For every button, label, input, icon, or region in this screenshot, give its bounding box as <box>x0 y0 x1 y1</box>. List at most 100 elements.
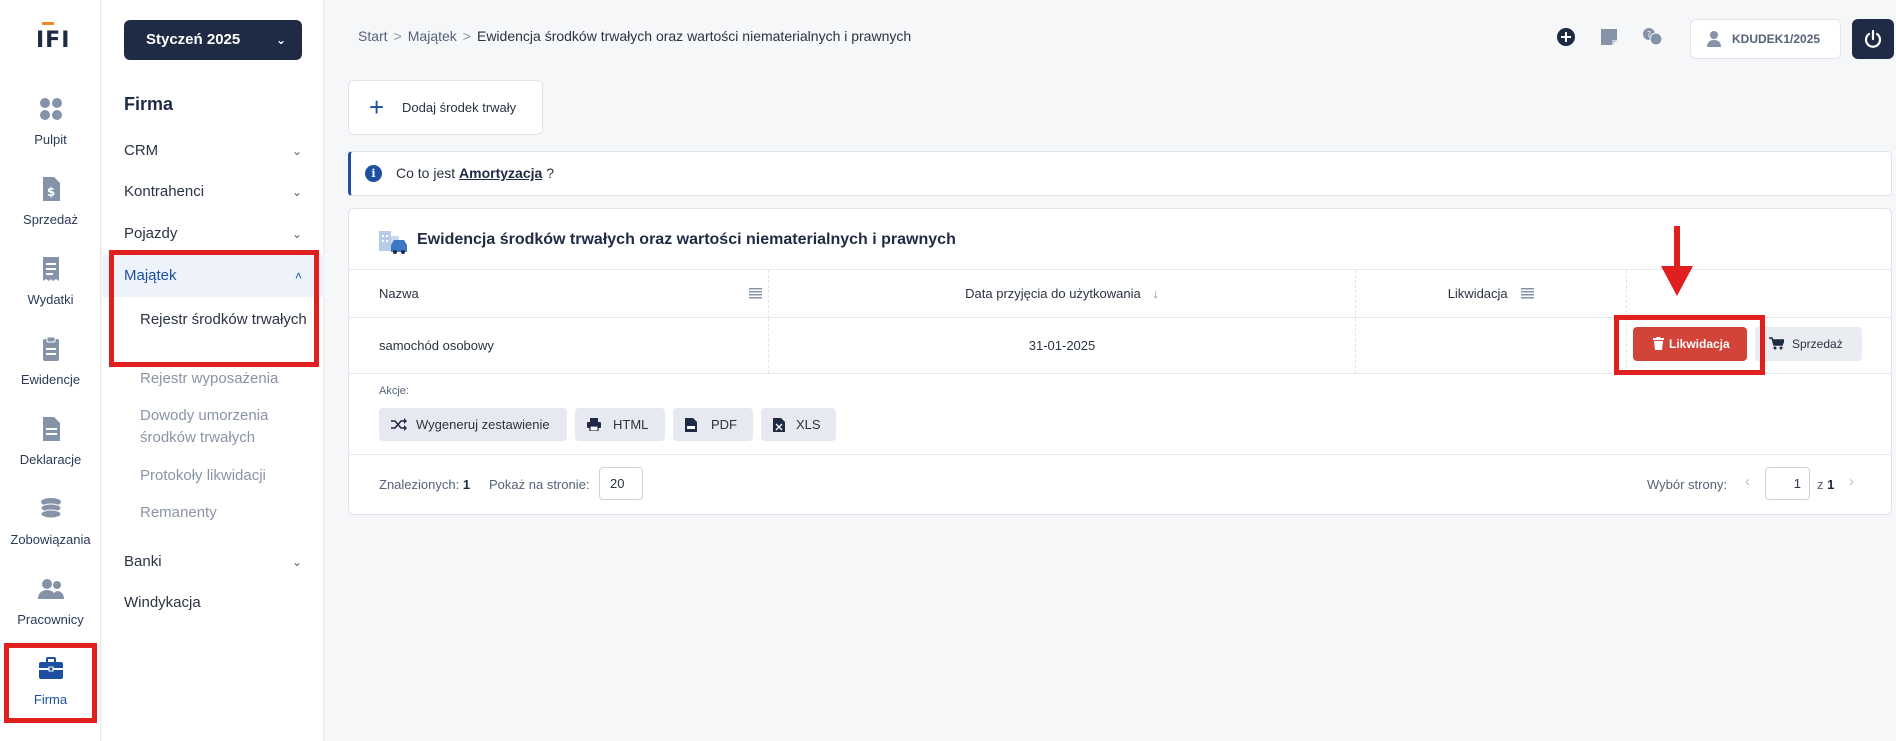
breadcrumb-separator-icon: > <box>393 28 402 44</box>
chevron-down-icon: ⌄ <box>291 144 302 158</box>
chat-help-icon[interactable]: ? <box>1641 26 1663 48</box>
liquidate-button[interactable]: Likwidacja <box>1633 327 1747 361</box>
column-menu-icon[interactable] <box>749 287 762 299</box>
top-header: Start > Majątek > Ewidencja środków trwałych… <box>325 0 1896 74</box>
sidebar-item-windykacja[interactable]: Windykacja <box>102 582 324 624</box>
period-label: Styczeń 2025 <box>146 31 241 48</box>
plus-icon: + <box>369 92 385 122</box>
action-label: HTML <box>613 417 649 432</box>
sidebar-item-majatek[interactable]: Majątek ˄ <box>102 255 324 297</box>
file-pdf-icon <box>685 418 697 432</box>
column-label: Likwidacja <box>1447 286 1508 301</box>
rail-item-sprzedaz[interactable]: $ Sprzedaż <box>0 174 101 244</box>
column-label: Nazwa <box>379 286 419 301</box>
logout-button[interactable] <box>1852 19 1894 59</box>
rail-item-wydatki[interactable]: Wydatki <box>0 254 101 324</box>
sidebar-item-kontrahenci[interactable]: Kontrahenci ⌄ <box>102 171 324 213</box>
sidebar-subitem-rejestr-wyposazenia[interactable]: Rejestr wyposażenia <box>140 368 312 390</box>
sidebar-title: Firma <box>124 94 174 114</box>
chevron-up-icon: ˄ <box>294 269 302 283</box>
rail-item-label: Pracownicy <box>17 612 84 627</box>
chevron-down-icon: ⌄ <box>275 33 286 47</box>
cell-date: 31-01-2025 <box>769 318 1356 373</box>
sidebar-item-label: Banki <box>124 553 162 570</box>
export-xls-button[interactable]: XLS <box>761 408 836 441</box>
sidebar-subitem-rejestr-srodkow[interactable]: Rejestr środków trwałych <box>140 309 312 331</box>
column-menu-icon[interactable] <box>1521 287 1535 299</box>
add-circle-icon[interactable] <box>1555 26 1577 48</box>
cell-liquidation <box>1356 318 1627 373</box>
column-data-przyjecia[interactable]: Data przyjęcia do użytkowania ↓ <box>769 270 1356 318</box>
ifi-logo[interactable]: IFI <box>36 22 71 56</box>
sidebar-item-pojazdy[interactable]: Pojazdy ⌄ <box>102 213 324 255</box>
breadcrumb-start[interactable]: Start <box>358 28 388 44</box>
info-icon: i <box>365 165 382 182</box>
add-fixed-asset-button[interactable]: + Dodaj środek trwały <box>348 80 543 135</box>
rail-item-label: Ewidencje <box>20 372 81 387</box>
coins-icon <box>40 498 61 519</box>
per-page-input[interactable]: 20 <box>599 467 643 500</box>
annotation-arrow-down-icon <box>1661 226 1693 296</box>
per-page-label: Pokaż na stronie: <box>489 477 590 492</box>
sidebar-subitem-dowody-umorzenia[interactable]: Dowody umorzenia środków trwałych <box>140 405 312 449</box>
sticky-note-icon[interactable] <box>1598 26 1620 48</box>
rail-item-ewidencje[interactable]: Ewidencje <box>0 334 101 404</box>
briefcase-icon <box>38 657 63 679</box>
app-root: IFI Pulpit $ Sprzedaż Wydatki Ewidencje … <box>0 0 1896 741</box>
rail-item-deklaracje[interactable]: Deklaracje <box>0 414 101 484</box>
breadcrumb-current: Ewidencja środków trwałych oraz wartości… <box>476 28 912 44</box>
sell-label: Sprzedaż <box>1792 337 1843 351</box>
dashboard-icon <box>39 98 62 120</box>
sidebar-subitem-remanenty[interactable]: Remanenty <box>140 502 312 524</box>
cart-icon <box>1769 337 1784 350</box>
add-fixed-asset-label: Dodaj środek trwały <box>402 100 517 115</box>
sort-arrow-down-icon[interactable]: ↓ <box>1152 286 1159 301</box>
logo-accent <box>42 22 54 25</box>
clipboard-icon <box>42 336 59 361</box>
results-count-label: Znalezionych: <box>379 477 460 492</box>
prev-page-icon[interactable]: ‹ <box>1745 473 1750 490</box>
column-label: Data przyjęcia do użytkowania <box>965 286 1141 301</box>
actions-label: Akcje: <box>379 385 409 397</box>
breadcrumb: Start > Majątek > Ewidencja środków trwałych… <box>358 28 911 44</box>
rail-item-label: Firma <box>33 692 68 707</box>
sidebar-item-crm[interactable]: CRM ⌄ <box>102 130 324 172</box>
amortyzacja-link[interactable]: Amortyzacja <box>459 165 542 181</box>
page-of-label: z <box>1817 477 1824 492</box>
action-label: Wygeneruj zestawienie <box>416 417 550 432</box>
info-prefix: Co to jest <box>396 165 456 181</box>
next-page-icon[interactable]: › <box>1849 473 1854 490</box>
column-nazwa[interactable]: Nazwa <box>349 270 769 318</box>
rail-item-pracownicy[interactable]: Pracownicy <box>0 574 101 644</box>
period-selector[interactable]: Styczeń 2025 ⌄ <box>124 20 302 60</box>
user-account-button[interactable]: KDUDEK1/2025 <box>1690 19 1841 59</box>
users-icon <box>37 579 64 599</box>
breadcrumb-majatek[interactable]: Majątek <box>408 28 457 44</box>
footer-divider <box>349 454 1891 455</box>
rail-item-label: Pulpit <box>34 132 67 147</box>
rail-item-firma[interactable]: Firma <box>0 654 101 724</box>
page-input[interactable]: 1 <box>1765 467 1810 500</box>
rail-item-zobowiazania[interactable]: Zobowiązania <box>0 494 101 564</box>
sidebar-subitem-protokoly-likwidacji[interactable]: Protokoły likwidacji <box>140 465 312 487</box>
page-select-label: Wybór strony: <box>1647 477 1728 492</box>
info-suffix: ? <box>546 165 554 181</box>
file-excel-icon <box>773 418 785 432</box>
column-likwidacja[interactable]: Likwidacja <box>1356 270 1627 318</box>
sidebar-item-label: Kontrahenci <box>124 183 205 200</box>
sidebar-item-banki[interactable]: Banki ⌄ <box>102 541 324 583</box>
export-pdf-button[interactable]: PDF <box>673 408 753 441</box>
sell-button[interactable]: Sprzedaż <box>1755 327 1862 361</box>
page-total-value: 1 <box>1827 477 1835 492</box>
generate-report-button[interactable]: Wygeneruj zestawienie <box>379 408 567 441</box>
page-total: z 1 <box>1817 477 1834 492</box>
results-count-value: 1 <box>462 477 471 492</box>
sidebar-item-label: Majątek <box>124 267 177 284</box>
action-label: PDF <box>711 417 737 432</box>
rail-item-label: Deklaracje <box>19 452 82 467</box>
rail-item-pulpit[interactable]: Pulpit <box>0 94 101 164</box>
export-html-button[interactable]: HTML <box>575 408 665 441</box>
cell-name: samochód osobowy <box>349 318 769 373</box>
panel-title: Ewidencja środków trwałych oraz wartości… <box>417 231 956 248</box>
logo-text: IFI <box>36 28 71 53</box>
